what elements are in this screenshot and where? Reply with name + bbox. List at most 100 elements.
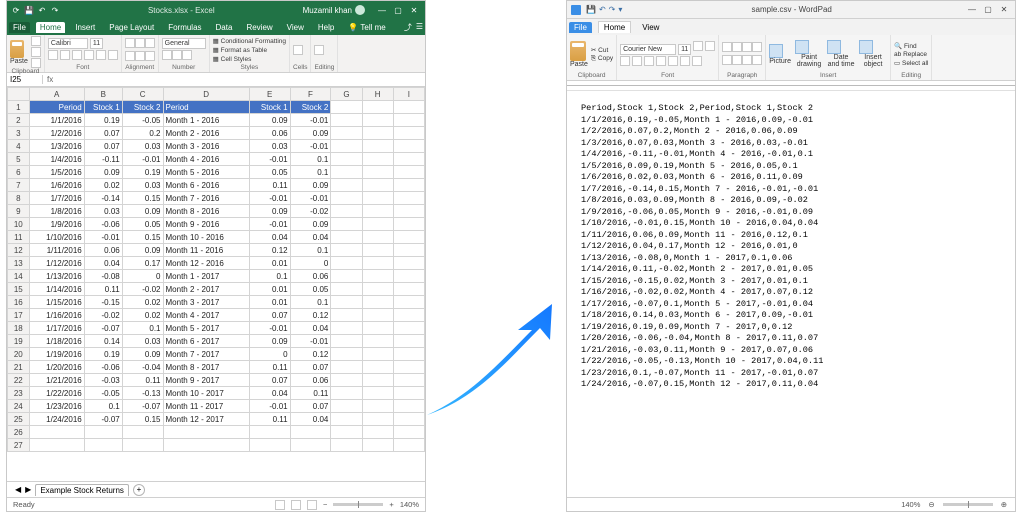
cell[interactable]: 0.04	[290, 231, 331, 244]
cell[interactable]: 0.07	[84, 140, 122, 153]
cell[interactable]: Month 7 - 2017	[163, 348, 249, 361]
cell[interactable]	[331, 374, 362, 387]
wp-bold-button[interactable]	[620, 56, 630, 66]
wp-zoom-out-button[interactable]: ⊖	[928, 500, 934, 509]
cell[interactable]	[29, 426, 84, 439]
cell[interactable]: 0.04	[84, 257, 122, 270]
cut-icon[interactable]	[31, 36, 41, 46]
cell[interactable]	[331, 205, 362, 218]
view-pagelayout-icon[interactable]	[291, 500, 301, 510]
cell[interactable]	[393, 127, 424, 140]
cell[interactable]	[290, 439, 331, 452]
wp-underline-button[interactable]	[644, 56, 654, 66]
cell[interactable]	[290, 426, 331, 439]
cell[interactable]: Month 9 - 2016	[163, 218, 249, 231]
cell[interactable]	[331, 322, 362, 335]
maximize-button[interactable]: ▢	[391, 6, 405, 15]
cell[interactable]: 1/18/2016	[29, 335, 84, 348]
cell[interactable]	[362, 283, 393, 296]
cell[interactable]: 1/5/2016	[29, 166, 84, 179]
wp-tab-view[interactable]: View	[637, 22, 664, 33]
cell[interactable]	[331, 426, 362, 439]
wp-paste-button[interactable]: Paste	[570, 41, 588, 68]
tab-file[interactable]: File	[9, 22, 30, 33]
zoom-in-button[interactable]: +	[389, 500, 393, 509]
row-header[interactable]: 25	[8, 413, 30, 426]
cell[interactable]: Month 3 - 2017	[163, 296, 249, 309]
ruler[interactable]	[567, 81, 1015, 91]
cell[interactable]: Month 5 - 2016	[163, 166, 249, 179]
cell[interactable]	[331, 270, 362, 283]
new-sheet-button[interactable]: +	[133, 484, 145, 496]
column-header[interactable]: F	[290, 88, 331, 101]
minimize-button[interactable]: —	[965, 5, 979, 14]
view-pagebreak-icon[interactable]	[307, 500, 317, 510]
comma-button[interactable]	[182, 50, 192, 60]
tab-review[interactable]: Review	[242, 22, 276, 33]
cell[interactable]: 0.09	[249, 335, 290, 348]
sort-filter-button[interactable]	[314, 45, 324, 55]
cell[interactable]	[393, 205, 424, 218]
cell[interactable]: -0.07	[84, 413, 122, 426]
cell[interactable]: 0.2	[122, 127, 163, 140]
cell[interactable]	[393, 192, 424, 205]
save-icon[interactable]: 💾	[586, 5, 596, 14]
font-name-dropdown[interactable]: Calibri	[48, 38, 88, 49]
cell[interactable]	[362, 140, 393, 153]
cell[interactable]	[29, 439, 84, 452]
cell[interactable]: 1/14/2016	[29, 283, 84, 296]
sheet-nav-prev-icon[interactable]: ◀	[15, 485, 21, 494]
cell[interactable]: -0.11	[84, 153, 122, 166]
cell[interactable]: Month 2 - 2017	[163, 283, 249, 296]
tab-page-layout[interactable]: Page Layout	[105, 22, 158, 33]
cell[interactable]: -0.15	[84, 296, 122, 309]
cell[interactable]: 1/20/2016	[29, 361, 84, 374]
cell[interactable]: 0.11	[249, 179, 290, 192]
cell[interactable]: Month 7 - 2016	[163, 192, 249, 205]
wp-picture-button[interactable]: Picture	[769, 44, 791, 65]
row-header[interactable]: 14	[8, 270, 30, 283]
cell[interactable]: Month 2 - 2016	[163, 127, 249, 140]
cell[interactable]: 0.09	[84, 166, 122, 179]
cell[interactable]: 1/17/2016	[29, 322, 84, 335]
cell[interactable]: 0.06	[249, 127, 290, 140]
cell[interactable]: 0.07	[84, 127, 122, 140]
cell[interactable]: 1/21/2016	[29, 374, 84, 387]
wp-indent-inc-button[interactable]	[732, 42, 742, 52]
row-header[interactable]: 13	[8, 257, 30, 270]
cell[interactable]: 1/9/2016	[29, 218, 84, 231]
cell[interactable]	[362, 387, 393, 400]
column-header[interactable]: B	[84, 88, 122, 101]
cell[interactable]: 0.01	[249, 257, 290, 270]
wp-replace-button[interactable]: ab Replace	[894, 51, 928, 58]
cell[interactable]: -0.01	[290, 114, 331, 127]
qat-customize-icon[interactable]: ▾	[618, 5, 622, 14]
cell[interactable]	[362, 322, 393, 335]
wp-align-right-button[interactable]	[742, 55, 752, 65]
cell[interactable]	[122, 426, 163, 439]
cell[interactable]: Month 11 - 2017	[163, 400, 249, 413]
row-header[interactable]: 15	[8, 283, 30, 296]
row-header[interactable]: 5	[8, 153, 30, 166]
wp-line-spacing-button[interactable]	[752, 42, 762, 52]
cell[interactable]: 1/8/2016	[29, 205, 84, 218]
cell[interactable]: 0.07	[249, 374, 290, 387]
fill-color-button[interactable]	[96, 50, 106, 60]
cell[interactable]: -0.06	[84, 361, 122, 374]
cell[interactable]	[331, 218, 362, 231]
cell[interactable]: Month 12 - 2016	[163, 257, 249, 270]
column-header[interactable]: E	[249, 88, 290, 101]
undo-icon[interactable]: ↶	[37, 5, 47, 15]
cell[interactable]	[393, 283, 424, 296]
cell[interactable]: Stock 1	[249, 101, 290, 114]
cell[interactable]: 0.06	[290, 374, 331, 387]
wp-align-center-button[interactable]	[732, 55, 742, 65]
cell[interactable]: 0.03	[249, 140, 290, 153]
cell[interactable]: 0.02	[122, 296, 163, 309]
cell[interactable]: 0.19	[122, 166, 163, 179]
cell[interactable]: 0.09	[290, 218, 331, 231]
cell[interactable]	[393, 426, 424, 439]
cell[interactable]	[331, 192, 362, 205]
cell[interactable]: Month 8 - 2017	[163, 361, 249, 374]
tab-help[interactable]: Help	[314, 22, 338, 33]
